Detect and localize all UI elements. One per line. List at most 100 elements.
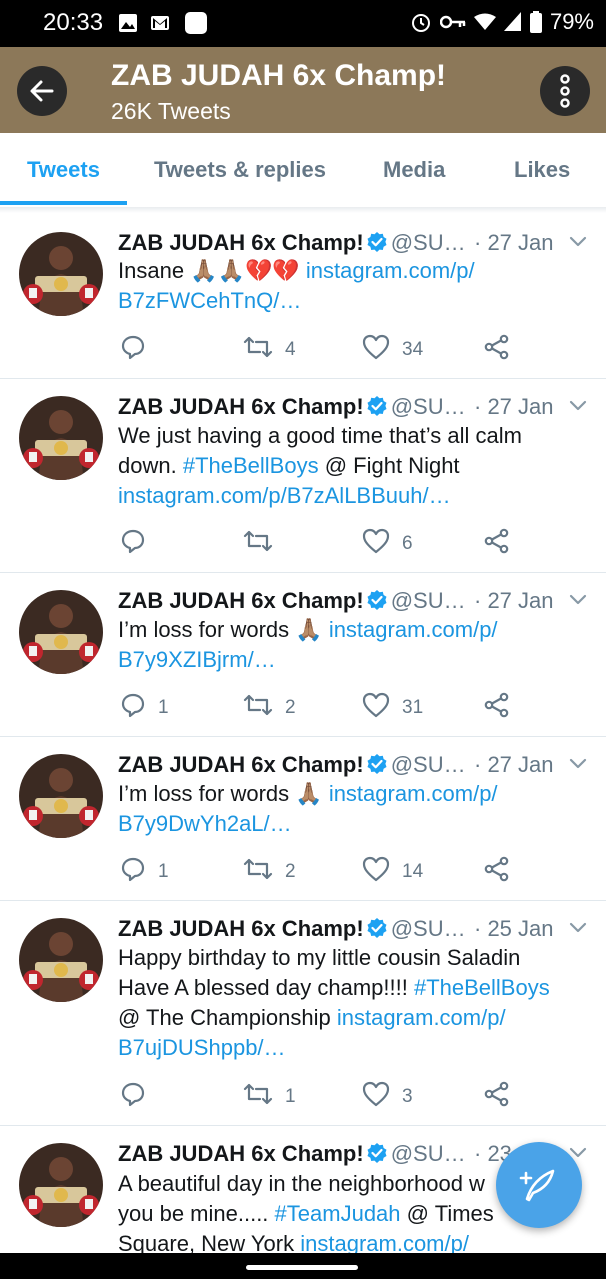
tweet-link[interactable]: instagram.com/p/ (337, 1005, 506, 1030)
tweet-handle: @SU… (390, 394, 466, 419)
share-icon (484, 692, 510, 724)
verified-badge-icon (366, 231, 388, 259)
tweet-item[interactable]: ZAB JUDAH 6x Champ! @SU… · 27 Jan I’m los… (0, 736, 606, 901)
tweet-menu-button[interactable] (568, 920, 588, 939)
share-button[interactable] (484, 334, 510, 366)
share-button[interactable] (484, 528, 510, 560)
retweet-button[interactable]: 2 (243, 856, 296, 888)
verified-badge-icon (366, 753, 388, 781)
reply-count: 1 (158, 697, 169, 718)
retweet-count: 4 (285, 339, 296, 360)
tweet-menu-button[interactable] (568, 398, 588, 417)
tweet-date: · 27 Jan (474, 394, 554, 419)
like-button[interactable]: 34 (362, 334, 423, 366)
retweet-icon (243, 856, 273, 888)
share-button[interactable] (484, 856, 510, 888)
tweet-text: Happy birthday to my little cousin Salad… (118, 943, 578, 1063)
tweet-menu-button[interactable] (568, 756, 588, 775)
tweet-text: We just having a good time that’s all ca… (118, 421, 578, 511)
reply-icon (120, 692, 146, 724)
retweet-count: 1 (285, 1086, 296, 1107)
tweet-text-part: @ Times (406, 1201, 494, 1226)
avatar[interactable] (19, 918, 103, 1002)
avatar[interactable] (19, 1143, 103, 1227)
tweet-author-name: ZAB JUDAH 6x Champ! (118, 230, 364, 255)
like-count: 14 (402, 861, 424, 882)
tab-media[interactable]: Media (383, 157, 445, 183)
chevron-down-icon (569, 758, 587, 769)
like-button[interactable]: 6 (362, 528, 413, 560)
tweet-text: Insane 🙏🏽🙏🏽💔💔 instagram.com/p/ B7zFWCehT… (118, 256, 578, 316)
app-notification-icon (185, 12, 207, 34)
chevron-down-icon (569, 594, 587, 605)
hashtag-link[interactable]: #TeamJudah (275, 1201, 401, 1226)
share-button[interactable] (484, 1081, 510, 1113)
tweet-link[interactable]: B7zFWCehTnQ/… (118, 288, 301, 313)
verified-badge-icon (366, 395, 388, 423)
tweet-link[interactable]: instagram.com/p/B7zAlLBBuuh/… (118, 483, 451, 508)
hashtag-link[interactable]: #TheBellBoys (183, 453, 319, 478)
reply-button[interactable] (120, 1081, 158, 1113)
back-button[interactable] (17, 66, 67, 116)
reply-button[interactable]: 1 (120, 692, 169, 724)
profile-tabs: Tweets Tweets & replies Media Likes (0, 133, 606, 208)
boxer-photo (19, 396, 103, 480)
tweet-menu-button[interactable] (568, 234, 588, 253)
retweet-button[interactable]: 2 (243, 692, 296, 724)
retweet-icon (243, 1081, 273, 1113)
like-count: 34 (402, 339, 424, 360)
tweet-item[interactable]: ZAB JUDAH 6x Champ! @SU… · 27 Jan We just… (0, 378, 606, 573)
reply-button[interactable]: 1 (120, 856, 169, 888)
tweet-handle: @SU… (390, 230, 466, 255)
heart-icon (362, 856, 390, 888)
tweet-menu-button[interactable] (568, 592, 588, 611)
tweet-link[interactable]: instagram.com/p/ (306, 258, 475, 283)
like-button[interactable]: 31 (362, 692, 423, 724)
tweet-link[interactable]: instagram.com/p/ (329, 781, 498, 806)
chevron-down-icon (569, 400, 587, 411)
tweet-text-part: Happy birthday to my little cousin Salad… (118, 945, 521, 970)
tab-tweets[interactable]: Tweets (27, 157, 100, 183)
retweet-button[interactable]: 4 (243, 334, 296, 366)
signal-icon (503, 12, 521, 31)
avatar[interactable] (19, 232, 103, 316)
tweet-handle: @SU… (390, 1141, 466, 1166)
tweet-link[interactable]: B7ujDUShppb/… (118, 1035, 286, 1060)
tab-tweets-replies[interactable]: Tweets & replies (154, 157, 326, 183)
retweet-button[interactable]: 1 (243, 1081, 296, 1113)
tweet-link[interactable]: B7y9XZIBjrm/… (118, 647, 276, 672)
boxer-photo (19, 1143, 103, 1227)
tab-likes[interactable]: Likes (514, 157, 570, 183)
tweet-item[interactable]: ZAB JUDAH 6x Champ! @SU… · 25 Jan Happy b… (0, 900, 606, 1126)
avatar[interactable] (19, 590, 103, 674)
status-bar: 20:33 79% (0, 0, 606, 47)
verified-badge-icon (366, 589, 388, 617)
like-button[interactable]: 14 (362, 856, 423, 888)
profile-header: ZAB JUDAH 6x Champ! 26K Tweets (0, 47, 606, 133)
more-options-button[interactable] (540, 66, 590, 116)
tweet-item[interactable]: ZAB JUDAH 6x Champ! @SU… · 27 Jan I’m los… (0, 572, 606, 737)
tweet-author-name: ZAB JUDAH 6x Champ! (118, 1141, 364, 1166)
reply-button[interactable] (120, 528, 158, 560)
chevron-down-icon (569, 922, 587, 933)
retweet-count: 2 (285, 697, 296, 718)
share-button[interactable] (484, 692, 510, 724)
tweet-header: ZAB JUDAH 6x Champ! @SU… (118, 394, 466, 423)
retweet-icon (243, 528, 273, 560)
tweet-header: ZAB JUDAH 6x Champ! @SU… (118, 1141, 466, 1170)
tweet-link[interactable]: instagram.com/p/ (329, 617, 498, 642)
tweet-header: ZAB JUDAH 6x Champ! @SU… (118, 916, 466, 945)
tweet-item[interactable]: ZAB JUDAH 6x Champ! @SU… · 27 Jan Insane … (0, 214, 606, 379)
reply-count: 1 (158, 861, 169, 882)
like-button[interactable]: 3 (362, 1081, 413, 1113)
reply-button[interactable] (120, 334, 158, 366)
home-gesture-handle[interactable] (246, 1265, 358, 1270)
tweet-link[interactable]: B7y9DwYh2aL/… (118, 811, 292, 836)
tweet-text-part: Have A blessed day champ!!!! (118, 975, 408, 1000)
hashtag-link[interactable]: #TheBellBoys (414, 975, 550, 1000)
compose-tweet-button[interactable] (496, 1142, 582, 1228)
retweet-button[interactable] (243, 528, 285, 560)
tweet-link[interactable]: instagram.com/p/ (300, 1231, 469, 1253)
avatar[interactable] (19, 396, 103, 480)
avatar[interactable] (19, 754, 103, 838)
